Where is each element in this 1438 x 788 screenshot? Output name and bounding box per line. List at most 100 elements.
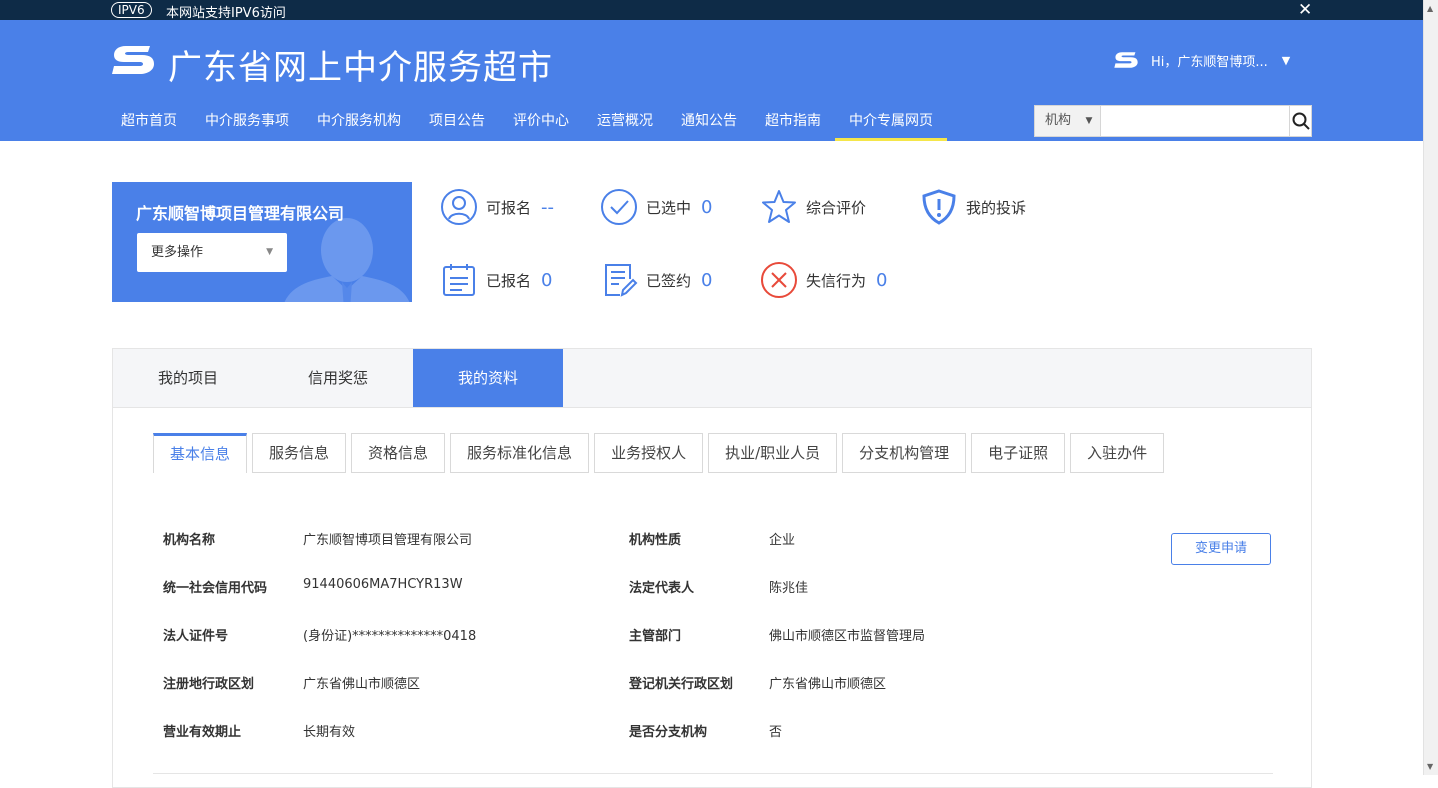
search-input[interactable] (1101, 106, 1290, 136)
shield-icon (920, 188, 958, 226)
nav-item-agency-page[interactable]: 中介专属网页 (835, 107, 947, 141)
caret-down-icon: ▼ (1085, 116, 1093, 126)
user-menu[interactable]: Hi，广东顺智博项... ▼ (1113, 50, 1290, 70)
chevron-down-icon[interactable]: ▼ (1282, 54, 1290, 67)
subtab-service-info[interactable]: 服务信息 (252, 433, 347, 473)
nav-item-service-matters[interactable]: 中介服务事项 (191, 107, 303, 141)
stat-complaint[interactable]: 我的投诉 (920, 187, 1026, 227)
info-label: 机构性质 (629, 533, 682, 548)
search-button[interactable] (1289, 106, 1311, 136)
user-greeting[interactable]: Hi，广东顺智博项... (1151, 51, 1268, 70)
subtab-branch-management[interactable]: 分支机构管理 (842, 433, 967, 473)
subtab-onboarding-cases[interactable]: 入驻办件 (1070, 433, 1165, 473)
info-row: 登记机关行政区划 广东省佛山市顺德区 (629, 673, 886, 692)
stat-rating[interactable]: 综合评价 (760, 187, 866, 227)
subtab-service-standard-info[interactable]: 服务标准化信息 (450, 433, 590, 473)
info-row: 统一社会信用代码 91440606MA7HCYR13W (163, 577, 463, 596)
nav-item-notices[interactable]: 通知公告 (667, 107, 751, 141)
info-label: 主管部门 (629, 629, 682, 644)
info-label: 营业有效期止 (163, 725, 242, 740)
user-icon (440, 188, 478, 226)
site-header: 广东省网上中介服务超市 Hi，广东顺智博项... ▼ 超市首页 中介服务事项 中… (0, 20, 1423, 141)
stat-value: 0 (541, 269, 553, 291)
info-value: 广东省佛山市顺德区 (303, 677, 421, 692)
company-card: 广东顺智博项目管理有限公司 更多操作 ▼ (112, 182, 412, 302)
subtab-basic-info[interactable]: 基本信息 (153, 433, 248, 473)
error-circle-icon (760, 261, 798, 299)
info-row: 法定代表人 陈兆佳 (629, 577, 808, 596)
info-label: 法人证件号 (163, 629, 229, 644)
page-scrollbar[interactable]: ▲ ▼ (1423, 0, 1438, 775)
search-box: 机构 ▼ (1034, 105, 1312, 137)
nav-item-evaluation[interactable]: 评价中心 (499, 107, 583, 141)
info-row: 法人证件号 (身份证)**************0418 (163, 625, 476, 644)
user-logo-icon (1114, 52, 1138, 68)
stat-value: 0 (701, 196, 713, 218)
more-operations-label: 更多操作 (151, 245, 204, 260)
info-value: 广东顺智博项目管理有限公司 (303, 533, 473, 548)
check-circle-icon (600, 188, 638, 226)
stat-dishonest[interactable]: 失信行为 0 (760, 260, 887, 300)
subtab-business-authorizer[interactable]: 业务授权人 (594, 433, 704, 473)
ipv6-badge: IPV6 (111, 2, 152, 18)
scroll-up-arrow-icon[interactable]: ▲ (1427, 4, 1433, 13)
top-notice-bar: IPV6 本网站支持IPV6访问 ✕ (0, 0, 1423, 21)
change-request-button[interactable]: 变更申请 (1171, 533, 1271, 565)
nav-item-service-orgs[interactable]: 中介服务机构 (303, 107, 415, 141)
search-icon (1292, 112, 1310, 130)
info-value: (身份证)**************0418 (303, 629, 477, 644)
site-title[interactable]: 广东省网上中介服务超市 (168, 40, 553, 89)
tab-credit-rewards[interactable]: 信用奖惩 (263, 349, 413, 407)
stat-signed[interactable]: 已签约 0 (600, 260, 712, 300)
divider (153, 773, 1273, 774)
company-name: 广东顺智博项目管理有限公司 (136, 204, 345, 223)
nav-item-project-notices[interactable]: 项目公告 (415, 107, 499, 141)
stat-label: 可报名 (486, 198, 532, 217)
nav-item-guide[interactable]: 超市指南 (751, 107, 835, 141)
info-label: 统一社会信用代码 (163, 581, 268, 596)
info-row: 主管部门 佛山市顺德区市监督管理局 (629, 625, 925, 644)
tab-my-profile[interactable]: 我的资料 (413, 349, 563, 407)
search-type-select[interactable]: 机构 ▼ (1035, 106, 1102, 136)
more-operations-dropdown[interactable]: 更多操作 ▼ (137, 233, 287, 272)
caret-down-icon: ▼ (266, 247, 273, 257)
info-row: 注册地行政区划 广东省佛山市顺德区 (163, 673, 420, 692)
document-edit-icon (600, 261, 638, 299)
stat-applied[interactable]: 已报名 0 (440, 260, 552, 300)
info-label: 法定代表人 (629, 581, 695, 596)
main-nav: 超市首页 中介服务事项 中介服务机构 项目公告 评价中心 运营概况 通知公告 超… (107, 107, 947, 141)
info-row: 机构名称 广东顺智博项目管理有限公司 (163, 529, 472, 548)
stat-selected[interactable]: 已选中 0 (600, 187, 712, 227)
stat-label: 综合评价 (806, 198, 867, 217)
stat-label: 已报名 (486, 271, 532, 290)
nav-item-home[interactable]: 超市首页 (107, 107, 191, 141)
close-icon[interactable]: ✕ (1298, 0, 1312, 20)
info-row: 是否分支机构 否 (629, 721, 782, 740)
info-label: 登记机关行政区划 (629, 677, 734, 692)
ipv6-notice-text: 本网站支持IPV6访问 (166, 6, 286, 21)
tab-my-projects[interactable]: 我的项目 (113, 349, 263, 407)
info-value: 陈兆佳 (769, 581, 809, 596)
info-value: 广东省佛山市顺德区 (769, 677, 887, 692)
scroll-down-arrow-icon[interactable]: ▼ (1427, 762, 1433, 771)
subtab-qualification-info[interactable]: 资格信息 (351, 433, 446, 473)
subtab-e-certificates[interactable]: 电子证照 (971, 433, 1066, 473)
stat-label: 失信行为 (806, 271, 867, 290)
main-tabs: 我的项目 信用奖惩 我的资料 (113, 349, 1311, 408)
info-value: 91440606MA7HCYR13W (303, 577, 463, 592)
stat-value: 0 (876, 269, 888, 291)
info-value: 企业 (769, 533, 796, 548)
info-row: 机构性质 企业 (629, 529, 795, 548)
info-value: 佛山市顺德区市监督管理局 (769, 629, 926, 644)
stat-value: -- (541, 196, 555, 218)
stat-can-apply[interactable]: 可报名 -- (440, 187, 554, 227)
info-value: 长期有效 (303, 725, 356, 740)
stat-value: 0 (701, 269, 713, 291)
stat-label: 已选中 (646, 198, 692, 217)
info-label: 是否分支机构 (629, 725, 708, 740)
info-label: 机构名称 (163, 533, 216, 548)
site-logo-icon[interactable] (110, 42, 156, 78)
nav-item-operations[interactable]: 运营概况 (583, 107, 667, 141)
subtab-practitioners[interactable]: 执业/职业人员 (708, 433, 838, 473)
info-row: 营业有效期止 长期有效 (163, 721, 355, 740)
